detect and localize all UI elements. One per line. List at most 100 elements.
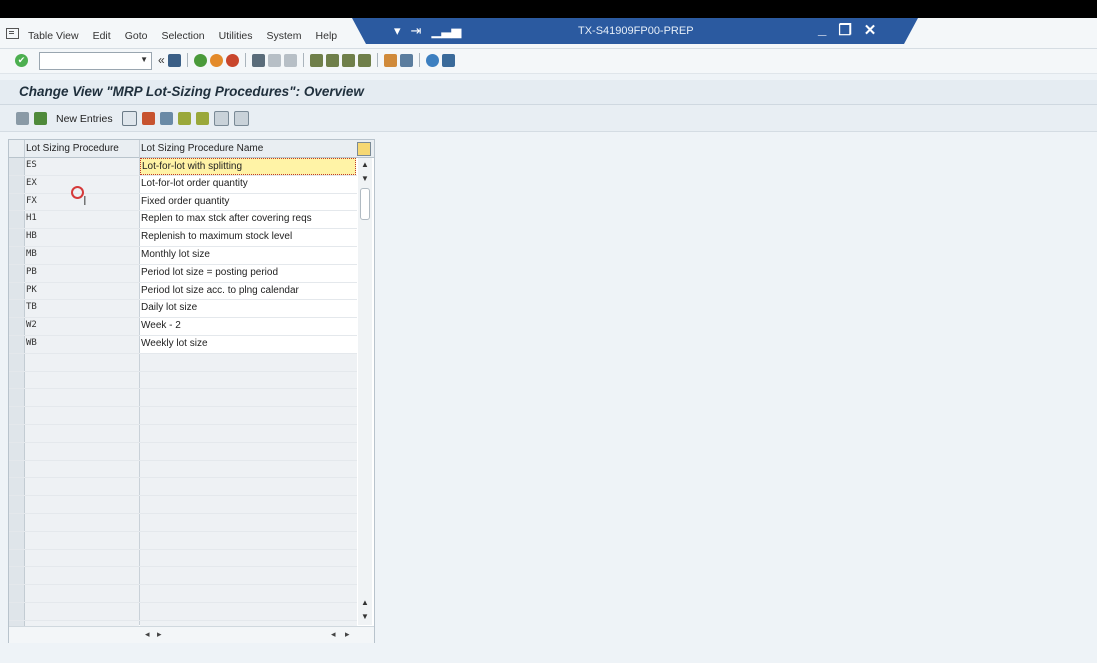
column-header-procedure[interactable]: Lot Sizing Procedure [26, 143, 119, 154]
last-page-icon[interactable] [357, 53, 371, 67]
menu-edit[interactable]: Edit [93, 30, 111, 42]
procedure-name-field[interactable]: Fixed order quantity [140, 193, 357, 211]
row-selector[interactable] [9, 193, 25, 211]
scroll-right-icon[interactable]: ▸ [157, 629, 162, 640]
procedure-name-field[interactable]: Weekly lot size [140, 335, 357, 353]
row-selector[interactable] [9, 318, 25, 335]
procedure-name-field[interactable]: Week - 2 [140, 318, 357, 335]
empty-row[interactable] [9, 442, 357, 461]
empty-row[interactable] [9, 549, 357, 568]
row-selector[interactable] [9, 353, 25, 371]
row-selector[interactable] [9, 158, 25, 175]
cancel-icon[interactable] [225, 53, 239, 67]
table-row[interactable]: FX Fixed order quantity [9, 193, 357, 212]
empty-row[interactable] [9, 585, 357, 603]
row-selector[interactable] [9, 371, 25, 389]
scroll-thumb[interactable] [360, 188, 370, 220]
help-icon[interactable] [425, 53, 439, 67]
menu-help[interactable]: Help [316, 30, 338, 42]
display-detail-icon[interactable] [34, 112, 47, 125]
table-row[interactable]: MB Monthly lot size [9, 246, 357, 265]
row-selector[interactable] [9, 567, 25, 585]
scroll-left-icon[interactable]: ◂ [145, 629, 150, 640]
row-selector[interactable] [9, 282, 25, 300]
menu-selection[interactable]: Selection [161, 30, 204, 42]
display-change-icon[interactable] [16, 112, 29, 125]
command-field[interactable]: ▼ [39, 52, 152, 70]
row-selector[interactable] [9, 460, 25, 478]
empty-row[interactable] [9, 353, 357, 372]
procedure-name-field[interactable]: Period lot size = posting period [140, 264, 357, 282]
previous-page-icon[interactable] [325, 53, 339, 67]
row-selector[interactable] [9, 264, 25, 282]
row-selector[interactable] [9, 602, 25, 620]
first-page-icon[interactable] [309, 53, 323, 67]
copy-as-icon[interactable] [121, 111, 137, 126]
procedure-name-field[interactable]: Period lot size acc. to plng calendar [140, 282, 357, 300]
new-session-icon[interactable] [383, 53, 397, 67]
horizontal-scrollbar[interactable]: ◂ ▸ ◂ ▸ [9, 626, 374, 643]
row-selector[interactable] [9, 424, 25, 442]
select-all-rows[interactable] [9, 140, 25, 157]
menu-system[interactable]: System [267, 30, 302, 42]
table-row[interactable]: HB Replenish to maximum stock level [9, 229, 357, 247]
row-selector[interactable] [9, 407, 25, 424]
column-header-name[interactable]: Lot Sizing Procedure Name [141, 143, 263, 154]
pin-icon[interactable]: ⇥ [411, 23, 422, 39]
row-selector[interactable] [9, 442, 25, 460]
row-selector[interactable] [9, 585, 25, 602]
undo-change-icon[interactable] [159, 112, 173, 125]
exit-icon[interactable] [209, 53, 223, 67]
select-block-icon[interactable] [195, 112, 209, 125]
find-icon[interactable] [267, 53, 281, 67]
row-selector[interactable] [9, 513, 25, 531]
procedure-name-field[interactable]: Lot-for-lot order quantity [140, 175, 357, 193]
procedure-name-field[interactable]: Replenish to maximum stock level [140, 229, 357, 246]
scroll-up-icon[interactable]: ▲ [361, 160, 369, 169]
menu-utilities[interactable]: Utilities [219, 30, 253, 42]
table-row[interactable]: EX Lot-for-lot order quantity [9, 175, 357, 194]
layout-menu-icon[interactable] [441, 53, 455, 67]
restore-icon[interactable]: ❐ [838, 21, 851, 39]
enter-check-icon[interactable]: ✔ [15, 54, 28, 67]
empty-row[interactable] [9, 567, 357, 586]
menu-table-view[interactable]: Table View [28, 30, 79, 42]
back-icon[interactable] [193, 53, 207, 67]
table-row[interactable]: W2 Week - 2 [9, 318, 357, 336]
find-next-icon[interactable] [283, 53, 297, 67]
menu-goto[interactable]: Goto [125, 30, 148, 42]
empty-row[interactable] [9, 513, 357, 532]
row-selector[interactable] [9, 175, 25, 193]
row-selector[interactable] [9, 300, 25, 318]
vertical-scrollbar[interactable]: ▲ ▼ ▲ ▼ [358, 158, 372, 625]
empty-row[interactable] [9, 602, 357, 621]
row-selector[interactable] [9, 335, 25, 353]
table-row[interactable]: WB Weekly lot size [9, 335, 357, 354]
minimize-icon[interactable]: _ [818, 21, 826, 39]
row-selector[interactable] [9, 229, 25, 246]
row-selector[interactable] [9, 478, 25, 496]
new-entries-button[interactable]: New Entries [56, 113, 113, 125]
empty-row[interactable] [9, 496, 357, 514]
print-icon[interactable] [251, 53, 265, 67]
row-selector[interactable] [9, 389, 25, 407]
empty-row[interactable] [9, 478, 357, 497]
command-dropdown-icon[interactable]: ▼ [140, 55, 148, 64]
empty-row[interactable] [9, 389, 357, 408]
menu-icon[interactable] [6, 28, 19, 39]
row-selector[interactable] [9, 549, 25, 567]
empty-row[interactable] [9, 531, 357, 550]
deselect-all-icon[interactable] [213, 111, 229, 126]
row-selector[interactable] [9, 246, 25, 264]
procedure-name-field[interactable]: Daily lot size [140, 300, 357, 318]
scroll-page-up-icon[interactable]: ▲ [361, 598, 369, 607]
row-selector[interactable] [9, 211, 25, 229]
delete-icon[interactable] [141, 112, 155, 125]
scroll-left-icon[interactable]: ◂ [331, 629, 336, 640]
select-all-icon[interactable] [177, 112, 191, 125]
table-row[interactable]: TB Daily lot size [9, 300, 357, 319]
procedure-name-field[interactable]: Replen to max stck after covering reqs [140, 211, 357, 229]
table-row[interactable]: H1 Replen to max stck after covering reqs [9, 211, 357, 230]
print-view-icon[interactable] [233, 111, 249, 126]
scroll-right-icon[interactable]: ▸ [345, 629, 350, 640]
